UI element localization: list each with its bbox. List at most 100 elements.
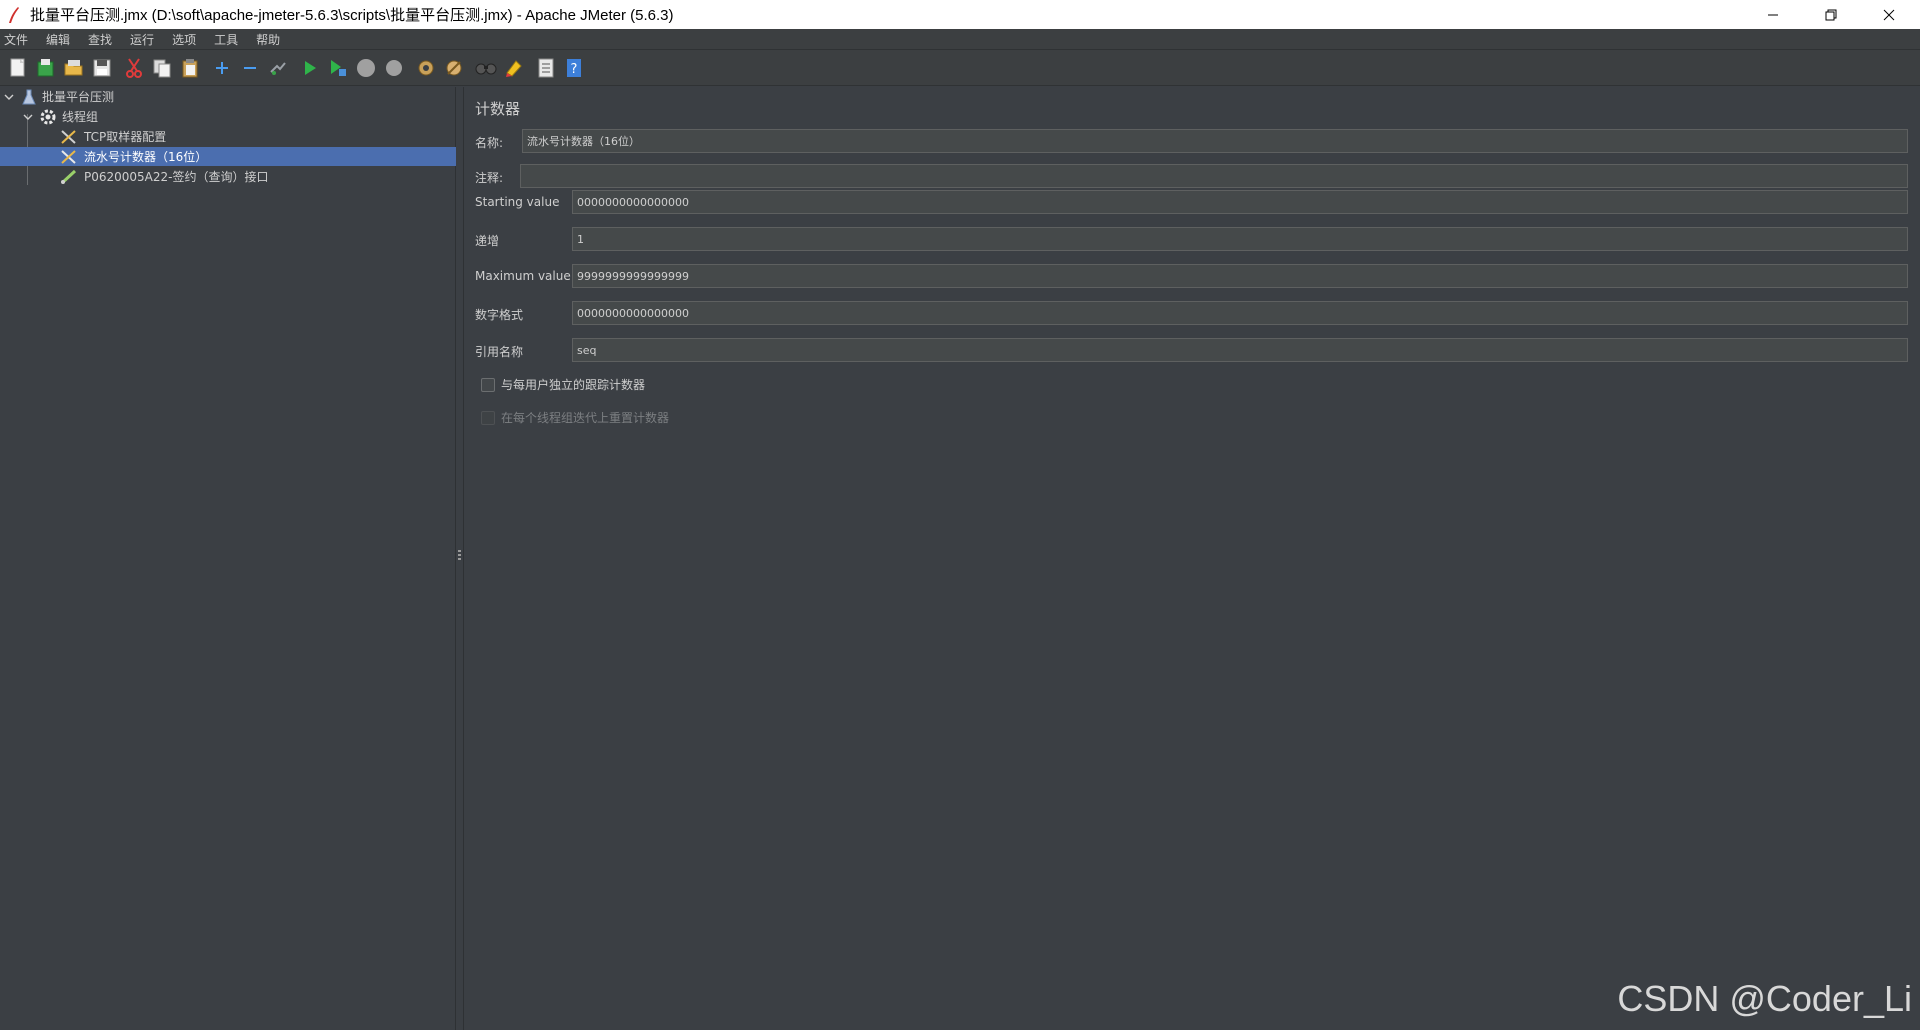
copy-button[interactable] <box>150 56 174 80</box>
comment-field[interactable] <box>520 164 1908 188</box>
increment-field[interactable]: 1 <box>572 227 1908 251</box>
checkbox-box[interactable] <box>481 377 495 392</box>
start-no-pauses-button[interactable] <box>326 56 350 80</box>
reset-search-icon <box>506 59 522 77</box>
menu-run[interactable]: 运行 <box>126 31 160 48</box>
tree-node-tcp-config[interactable]: TCP取样器配置 <box>0 127 456 146</box>
save-button[interactable] <box>90 56 114 80</box>
help-button[interactable]: ? <box>562 56 586 80</box>
name-field[interactable]: 流水号计数器（16位） <box>522 129 1908 153</box>
increment-label: 递增 <box>475 234 500 248</box>
sampler-icon <box>60 169 77 184</box>
checkbox-box[interactable] <box>481 410 495 425</box>
number-format-field[interactable]: 0000000000000000 <box>572 301 1908 325</box>
help-icon: ? <box>567 58 581 77</box>
counter-config-panel: 计数器 名称: 流水号计数器（16位） 注释: Starting value 0… <box>465 87 1920 1030</box>
thread-group-icon <box>40 109 56 124</box>
open-icon <box>64 59 83 75</box>
templates-icon <box>37 58 54 76</box>
toolbar: ? <box>0 50 1920 86</box>
tree-node-label: TCP取样器配置 <box>84 130 167 144</box>
starting-value-field[interactable]: 0000000000000000 <box>572 190 1908 214</box>
expand-icon <box>216 61 228 74</box>
shutdown-icon <box>386 59 402 76</box>
paste-icon <box>182 58 198 77</box>
minimize-icon <box>1768 14 1778 15</box>
clear-all-button[interactable] <box>442 56 466 80</box>
panel-title: 计数器 <box>475 100 521 118</box>
reset-search-button[interactable] <box>502 56 526 80</box>
chevron-down-icon[interactable] <box>23 112 33 122</box>
cut-button[interactable] <box>122 56 146 80</box>
config-element-icon <box>61 129 76 144</box>
function-helper-button[interactable] <box>534 56 558 80</box>
reference-name-field[interactable]: seq <box>572 338 1908 362</box>
test-plan-icon <box>22 89 36 104</box>
maximum-value-field[interactable]: 9999999999999999 <box>572 264 1908 288</box>
name-label: 名称: <box>475 136 504 150</box>
new-icon <box>10 58 25 76</box>
toggle-icon <box>270 61 286 75</box>
restore-icon <box>1825 9 1837 20</box>
tree-node-label: P0620005A22-签约（查询）接口 <box>84 170 269 184</box>
tree-node-test-plan[interactable]: 批量平台压测 <box>0 87 456 106</box>
paste-button[interactable] <box>178 56 202 80</box>
maximum-value-label: Maximum value <box>475 269 571 283</box>
open-button[interactable] <box>62 56 86 80</box>
chevron-down-icon[interactable] <box>4 92 14 102</box>
clear-all-icon <box>446 60 462 75</box>
tree-node-sampler[interactable]: P0620005A22-签约（查询）接口 <box>0 167 456 186</box>
starting-value-label: Starting value <box>475 195 560 209</box>
menu-help[interactable]: 帮助 <box>252 31 286 48</box>
close-icon <box>1883 9 1895 20</box>
collapse-all-button[interactable] <box>238 56 262 80</box>
per-user-counter-checkbox[interactable]: 与每用户独立的跟踪计数器 <box>481 376 645 393</box>
per-user-counter-label: 与每用户独立的跟踪计数器 <box>501 378 646 392</box>
menu-edit[interactable]: 编辑 <box>42 31 76 48</box>
stop-button[interactable] <box>354 56 378 80</box>
start-no-pause-icon <box>331 59 346 76</box>
save-icon <box>93 59 111 76</box>
menu-bar: 文件 编辑 查找 运行 选项 工具 帮助 <box>0 29 1920 50</box>
svg-text:?: ? <box>571 62 578 77</box>
number-format-label: 数字格式 <box>475 308 524 322</box>
watermark: CSDN @Coder_Li <box>1617 978 1912 1019</box>
splitter-grip-icon[interactable] <box>458 550 461 562</box>
tree-node-label: 流水号计数器（16位） <box>84 150 208 164</box>
config-element-icon <box>61 149 76 164</box>
menu-tools[interactable]: 工具 <box>210 31 244 48</box>
toggle-button[interactable] <box>266 56 290 80</box>
clear-button[interactable] <box>414 56 438 80</box>
search-button[interactable] <box>474 56 498 80</box>
test-plan-tree: 批量平台压测 线程组 TCP取样器配置 流水号计数器（16位） P0620005… <box>0 87 456 1030</box>
menu-file[interactable]: 文件 <box>0 31 34 48</box>
tree-node-serial-counter[interactable]: 流水号计数器（16位） <box>0 147 456 166</box>
templates-button[interactable] <box>34 56 58 80</box>
clear-icon <box>418 60 434 75</box>
copy-icon <box>153 59 171 77</box>
function-helper-icon <box>538 58 554 77</box>
expand-all-button[interactable] <box>210 56 234 80</box>
reference-name-label: 引用名称 <box>475 345 524 359</box>
tree-node-label: 线程组 <box>62 110 99 124</box>
window-title-bar: 批量平台压测.jmx (D:\soft\apache-jmeter-5.6.3\… <box>0 0 1920 29</box>
start-icon <box>305 60 316 75</box>
stop-icon <box>357 58 375 77</box>
menu-search[interactable]: 查找 <box>84 31 118 48</box>
new-button[interactable] <box>6 56 30 80</box>
cut-icon <box>126 57 142 78</box>
close-button[interactable] <box>1860 0 1918 29</box>
search-icon <box>475 63 497 74</box>
window-title: 批量平台压测.jmx (D:\soft\apache-jmeter-5.6.3\… <box>30 7 674 24</box>
minimize-button[interactable] <box>1744 0 1802 29</box>
comment-label: 注释: <box>475 171 504 185</box>
restore-button[interactable] <box>1802 0 1860 29</box>
shutdown-button[interactable] <box>382 56 406 80</box>
menu-options[interactable]: 选项 <box>168 31 202 48</box>
reset-on-iteration-label: 在每个线程组迭代上重置计数器 <box>501 411 670 425</box>
start-button[interactable] <box>298 56 322 80</box>
reset-on-iteration-checkbox[interactable]: 在每个线程组迭代上重置计数器 <box>481 409 669 426</box>
tree-node-thread-group[interactable]: 线程组 <box>0 107 456 126</box>
tree-node-label: 批量平台压测 <box>42 90 115 104</box>
panel-splitter[interactable] <box>456 87 464 1030</box>
